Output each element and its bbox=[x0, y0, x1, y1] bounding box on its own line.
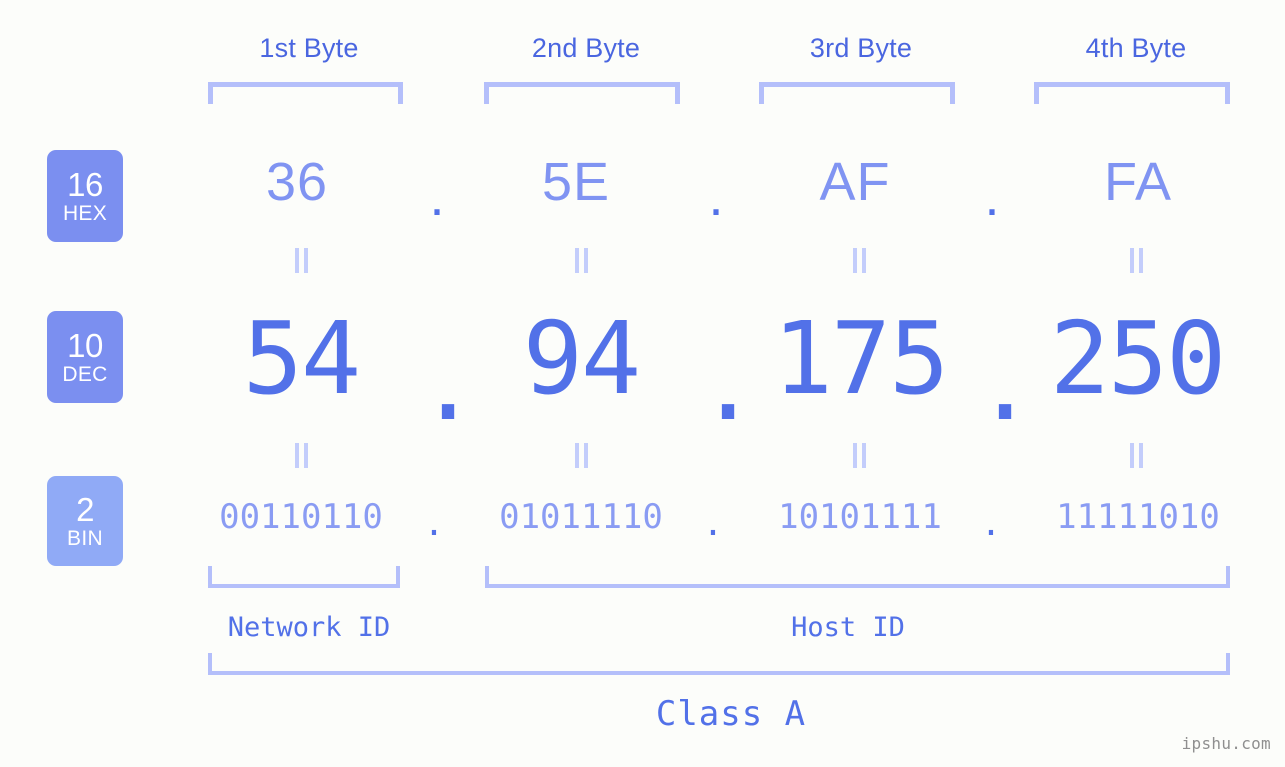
radix-badge-hex: 16 HEX bbox=[47, 150, 123, 242]
equals-icon-hex-dec-1 bbox=[288, 247, 314, 273]
byte-bracket-1 bbox=[208, 82, 403, 104]
dec-octet-1: 54 bbox=[242, 300, 361, 417]
equals-icon-hex-dec-2 bbox=[568, 247, 594, 273]
watermark: ipshu.com bbox=[1181, 734, 1271, 753]
radix-badge-bin-base: 2 bbox=[76, 491, 94, 528]
dec-octet-4: 250 bbox=[1049, 300, 1227, 417]
class-label: Class A bbox=[655, 694, 807, 734]
equals-icon-hex-dec-3 bbox=[846, 247, 872, 273]
network-id-bracket bbox=[208, 566, 400, 588]
radix-badge-bin-name: BIN bbox=[67, 527, 103, 550]
class-bracket bbox=[208, 653, 1230, 675]
bin-octet-2: 01011110 bbox=[499, 497, 663, 537]
equals-icon-dec-bin-3 bbox=[846, 442, 872, 468]
radix-badge-bin: 2 BIN bbox=[47, 476, 123, 566]
byte-bracket-2 bbox=[484, 82, 680, 104]
byte-bracket-4 bbox=[1034, 82, 1230, 104]
radix-badge-hex-name: HEX bbox=[62, 202, 108, 225]
radix-badge-dec: 10 DEC bbox=[47, 311, 123, 403]
byte-header-4: 4th Byte bbox=[1085, 33, 1187, 63]
bin-octet-4: 11111010 bbox=[1056, 497, 1220, 537]
equals-icon-dec-bin-4 bbox=[1123, 442, 1149, 468]
ip-breakdown-diagram: 1st Byte 2nd Byte 3rd Byte 4th Byte 16 H… bbox=[0, 0, 1285, 767]
radix-badge-hex-base: 16 bbox=[67, 166, 103, 203]
radix-badge-dec-base: 10 bbox=[67, 327, 103, 364]
host-id-label: Host ID bbox=[791, 612, 905, 643]
equals-icon-dec-bin-1 bbox=[288, 442, 314, 468]
radix-badge-dec-name: DEC bbox=[62, 363, 108, 386]
byte-bracket-3 bbox=[759, 82, 955, 104]
bin-octet-3: 10101111 bbox=[778, 497, 942, 537]
equals-icon-hex-dec-4 bbox=[1123, 247, 1149, 273]
host-id-bracket bbox=[485, 566, 1230, 588]
equals-icon-dec-bin-2 bbox=[568, 442, 594, 468]
dec-octet-3: 175 bbox=[772, 300, 950, 417]
network-id-label: Network ID bbox=[227, 612, 391, 643]
bin-octet-1: 00110110 bbox=[219, 497, 383, 537]
byte-header-3: 3rd Byte bbox=[809, 33, 913, 63]
hex-octet-3: AF bbox=[819, 152, 891, 212]
hex-octet-1: 36 bbox=[265, 152, 329, 212]
byte-header-2: 2nd Byte bbox=[531, 33, 641, 63]
hex-octet-4: FA bbox=[1103, 152, 1173, 212]
dec-octet-2: 94 bbox=[522, 300, 641, 417]
byte-header-1: 1st Byte bbox=[259, 33, 359, 63]
hex-octet-2: 5E bbox=[541, 152, 611, 212]
